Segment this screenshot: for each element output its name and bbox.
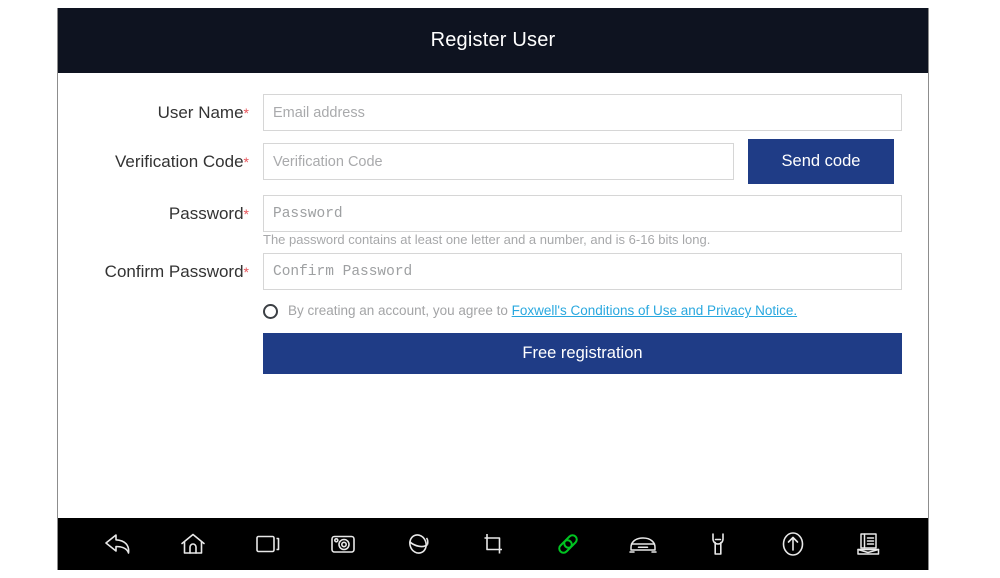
field-col-username xyxy=(263,94,902,131)
send-code-button[interactable]: Send code xyxy=(748,139,894,184)
label-verification-code-text: Verification Code xyxy=(115,152,244,171)
screenshot-crop-icon[interactable] xyxy=(471,524,515,564)
bottom-navigation-bar xyxy=(58,518,928,570)
form-row-verification-code: Verification Code* Send code xyxy=(58,139,928,184)
register-form-panel: User Name* Verification Code* Send code … xyxy=(58,73,928,518)
camera-icon[interactable] xyxy=(321,524,365,564)
label-confirm-password: Confirm Password* xyxy=(67,253,263,291)
home-icon[interactable] xyxy=(171,524,215,564)
required-asterisk: * xyxy=(243,264,249,280)
page-title: Register User xyxy=(430,29,556,51)
report-document-icon[interactable] xyxy=(846,524,890,564)
title-bar: Register User xyxy=(58,8,928,73)
back-arrow-icon[interactable] xyxy=(96,524,140,564)
field-col-confirm-password xyxy=(263,253,902,290)
agreement-radio-button[interactable] xyxy=(263,303,278,319)
field-col-verification-code: Send code xyxy=(263,139,902,184)
agreement-row: By creating an account, you agree to Fox… xyxy=(58,303,928,319)
form-row-confirm-password: Confirm Password* xyxy=(58,253,928,291)
label-username-text: User Name xyxy=(157,103,244,122)
agreement-text-prefix: By creating an account, you agree to xyxy=(288,303,512,318)
recent-apps-icon[interactable] xyxy=(246,524,290,564)
label-confirm-password-text: Confirm Password xyxy=(104,262,244,281)
upload-arrow-icon[interactable] xyxy=(771,524,815,564)
label-username: User Name* xyxy=(67,94,263,132)
hint-spacer xyxy=(67,231,263,249)
wrench-tool-icon[interactable] xyxy=(696,524,740,564)
required-asterisk: * xyxy=(243,206,249,222)
link-chain-icon[interactable] xyxy=(546,524,590,564)
username-input[interactable] xyxy=(263,94,902,131)
form-row-password: Password* xyxy=(58,195,928,233)
password-hint-row: The password contains at least one lette… xyxy=(58,231,928,249)
verification-code-input[interactable] xyxy=(263,143,734,180)
form-row-username: User Name* xyxy=(58,94,928,132)
password-hint-text: The password contains at least one lette… xyxy=(263,232,711,247)
label-verification-code: Verification Code* xyxy=(67,143,263,181)
browser-globe-icon[interactable] xyxy=(396,524,440,564)
required-asterisk: * xyxy=(243,154,249,170)
submit-row: Free registration xyxy=(58,333,928,374)
confirm-password-input[interactable] xyxy=(263,253,902,290)
agreement-text: By creating an account, you agree to Fox… xyxy=(288,303,797,319)
free-registration-button[interactable]: Free registration xyxy=(263,333,902,374)
password-input[interactable] xyxy=(263,195,902,232)
terms-privacy-link[interactable]: Foxwell's Conditions of Use and Privacy … xyxy=(512,303,797,318)
submit-spacer xyxy=(67,333,263,374)
label-password: Password* xyxy=(67,195,263,233)
tablet-device-frame: Register User User Name* Verification Co… xyxy=(57,8,929,570)
required-asterisk: * xyxy=(243,105,249,121)
vehicle-car-icon[interactable] xyxy=(621,524,665,564)
label-password-text: Password xyxy=(168,204,244,223)
field-col-password xyxy=(263,195,902,232)
